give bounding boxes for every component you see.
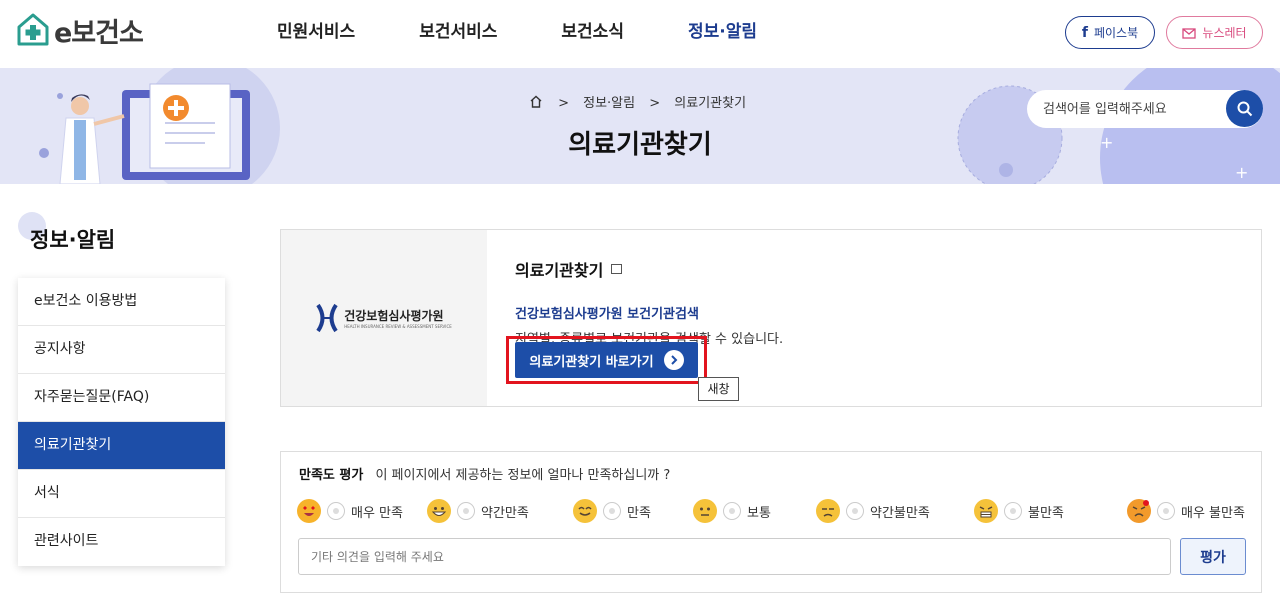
rating-slightly-dissatisfied[interactable]: 약간불만족 <box>816 498 930 524</box>
hira-logo-icon <box>316 303 338 333</box>
survey-title: 만족도 평가 <box>299 468 364 483</box>
radio-slightly-satisfied[interactable] <box>457 502 475 520</box>
page-title: 의료기관찾기 <box>568 130 712 160</box>
sidebar-item-notice[interactable]: 공지사항 <box>18 326 225 374</box>
card-title-text: 의료기관찾기 <box>515 261 604 280</box>
smile-face-icon <box>573 499 597 523</box>
breadcrumb-separator: > <box>558 96 569 111</box>
grin-face-icon <box>427 499 451 523</box>
page-banner: + + > 정보·알림 > 의료기관찾기 의료기관찾기 <box>0 68 1280 184</box>
card-title: 의료기관찾기 <box>515 257 783 281</box>
newsletter-button[interactable]: 뉴스레터 <box>1166 16 1263 49</box>
logo-text: e보건소 <box>54 17 144 49</box>
info-card: 건강보험심사평가원 HEALTH INSURANCE REVIEW & ASSE… <box>280 229 1262 407</box>
grimace-face-icon <box>974 499 998 523</box>
rating-satisfied[interactable]: 만족 <box>573 498 651 524</box>
rating-very-satisfied[interactable]: 매우 만족 <box>297 498 403 524</box>
rating-label: 보통 <box>747 505 771 521</box>
home-icon[interactable] <box>529 95 543 108</box>
radio-neutral[interactable] <box>723 502 741 520</box>
header: e보건소 민원서비스 보건서비스 보건소식 정보·알림 f 페이스북 뉴스레터 <box>0 0 1280 68</box>
card-body: 의료기관찾기 건강보험심사평가원 보건기관검색 지역별, 종류별로 보건기관을 … <box>515 257 783 347</box>
angry-face-icon <box>1127 499 1151 523</box>
facebook-label: 페이스북 <box>1093 26 1139 40</box>
nav-health-news[interactable]: 보건소식 <box>529 0 656 68</box>
hira-name: 건강보험심사평가원 <box>344 309 444 323</box>
new-window-icon <box>611 264 623 274</box>
sidebar-title: 정보·알림 <box>30 228 116 252</box>
highlight-box <box>506 336 707 384</box>
newsletter-icon <box>1182 27 1197 39</box>
love-face-icon <box>297 499 321 523</box>
facebook-button[interactable]: f 페이스북 <box>1065 16 1155 49</box>
nav-civil-service[interactable]: 민원서비스 <box>245 0 387 68</box>
opinion-field <box>298 538 1171 575</box>
new-window-tooltip: 새창 <box>698 377 739 401</box>
main-nav: 민원서비스 보건서비스 보건소식 정보·알림 <box>245 0 789 68</box>
rating-label: 매우 불만족 <box>1181 505 1245 521</box>
rating-dissatisfied[interactable]: 불만족 <box>974 498 1064 524</box>
search-input[interactable] <box>1043 90 1213 128</box>
radio-slightly-dissatisfied[interactable] <box>846 502 864 520</box>
survey-header: 만족도 평가 이 페이지에서 제공하는 정보에 얼마나 만족하십니까 ? <box>299 464 670 483</box>
rating-neutral[interactable]: 보통 <box>693 498 771 524</box>
neutral-face-icon <box>693 499 717 523</box>
search-button[interactable] <box>1226 90 1263 127</box>
sidebar-item-faq[interactable]: 자주묻는질문(FAQ) <box>18 374 225 422</box>
rating-slightly-satisfied[interactable]: 약간만족 <box>427 498 529 524</box>
rating-label: 만족 <box>627 505 651 521</box>
rating-very-dissatisfied[interactable]: 매우 불만족 <box>1127 498 1245 524</box>
submit-rating-button[interactable]: 평가 <box>1180 538 1246 575</box>
card-subtitle: 건강보험심사평가원 보건기관검색 <box>515 307 699 322</box>
hira-name-en: HEALTH INSURANCE REVIEW & ASSESSMENT SER… <box>344 324 452 329</box>
satisfaction-survey: 만족도 평가 이 페이지에서 제공하는 정보에 얼마나 만족하십니까 ? 매우 … <box>280 451 1262 593</box>
hira-logo: 건강보험심사평가원 HEALTH INSURANCE REVIEW & ASSE… <box>281 230 487 406</box>
opinion-input[interactable] <box>299 539 1170 574</box>
sidebar-item-find-medical[interactable]: 의료기관찾기 <box>18 422 225 470</box>
rating-label: 불만족 <box>1028 505 1064 521</box>
breadcrumb-current[interactable]: 의료기관찾기 <box>674 96 746 111</box>
unamused-face-icon <box>816 499 840 523</box>
sidebar-item-usage-guide[interactable]: e보건소 이용방법 <box>18 278 225 326</box>
breadcrumb-info-notice[interactable]: 정보·알림 <box>583 96 635 111</box>
rating-label: 매우 만족 <box>351 505 403 521</box>
radio-very-dissatisfied[interactable] <box>1157 502 1175 520</box>
radio-very-satisfied[interactable] <box>327 502 345 520</box>
rating-label: 약간만족 <box>481 505 529 521</box>
rating-label: 약간불만족 <box>870 505 930 521</box>
house-plus-icon <box>17 13 49 46</box>
breadcrumb-separator: > <box>649 96 661 111</box>
sidebar-item-related-sites[interactable]: 관련사이트 <box>18 518 225 566</box>
radio-dissatisfied[interactable] <box>1004 502 1022 520</box>
rating-options: 매우 만족 약간만족 만족 보통 약간불만족 불만족 매우 불만족 <box>297 498 1247 524</box>
survey-question: 이 페이지에서 제공하는 정보에 얼마나 만족하십니까 ? <box>375 468 671 483</box>
nav-info-notice[interactable]: 정보·알림 <box>656 0 789 68</box>
search-icon <box>1237 101 1252 116</box>
facebook-icon: f <box>1081 24 1088 41</box>
sidebar-item-forms[interactable]: 서식 <box>18 470 225 518</box>
sidebar-menu: e보건소 이용방법 공지사항 자주묻는질문(FAQ) 의료기관찾기 서식 관련사… <box>18 278 225 566</box>
nav-health-service[interactable]: 보건서비스 <box>387 0 529 68</box>
radio-satisfied[interactable] <box>603 502 621 520</box>
newsletter-label: 뉴스레터 <box>1202 26 1247 40</box>
svg-text:+: + <box>1235 163 1248 182</box>
search-box <box>1027 90 1263 128</box>
site-logo[interactable]: e보건소 <box>16 10 144 50</box>
